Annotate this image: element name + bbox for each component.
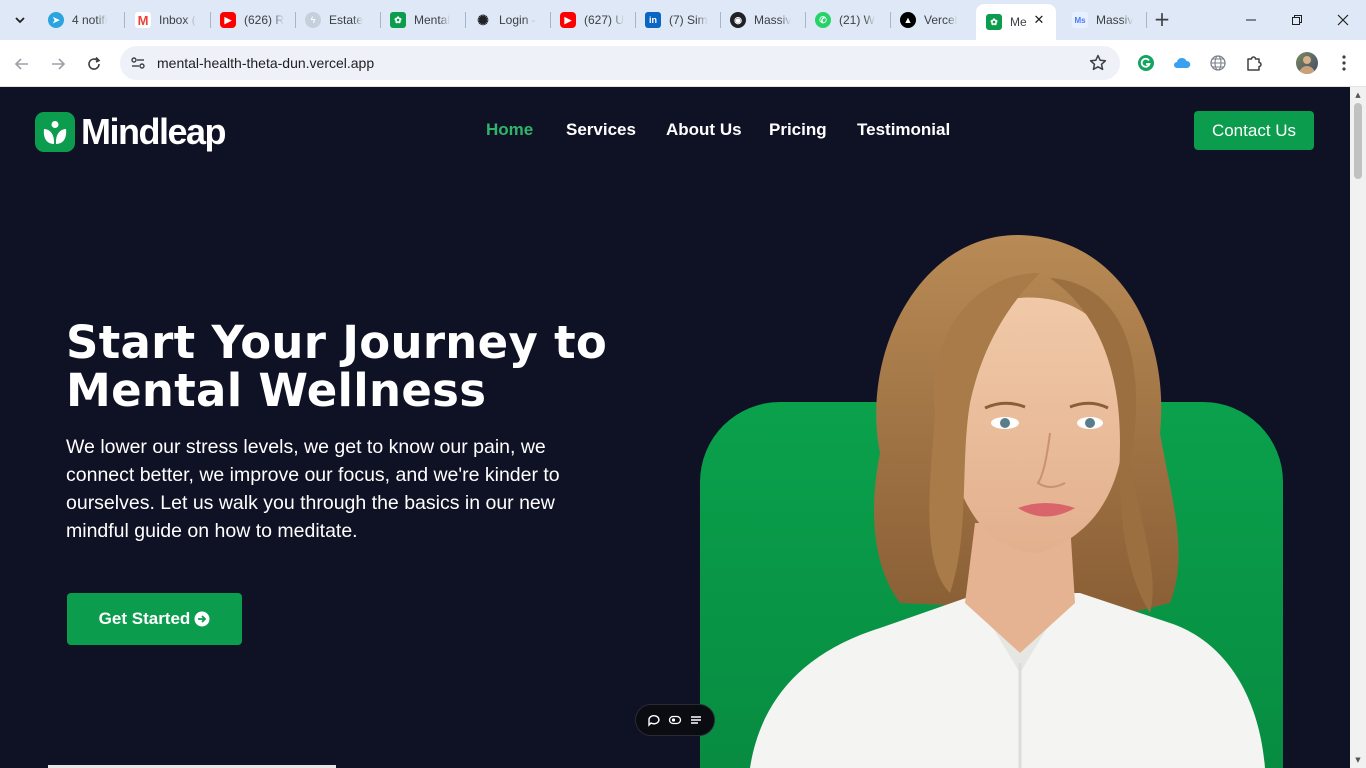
mindleap-icon: ✿	[390, 12, 406, 28]
youtube-icon: ▶	[220, 12, 236, 28]
close-icon	[1337, 14, 1349, 26]
profile-avatar[interactable]	[1296, 52, 1318, 74]
bookmark-star-icon[interactable]	[1088, 53, 1108, 73]
vercel-icon: ▲	[900, 12, 916, 28]
get-started-button[interactable]: Get Started	[67, 593, 242, 645]
eye-toggle-icon[interactable]	[667, 712, 683, 728]
new-tab-button[interactable]: +	[1150, 8, 1174, 32]
menu-list-icon[interactable]	[688, 712, 704, 728]
restore-button[interactable]	[1274, 0, 1320, 40]
linkedin-icon: in	[645, 12, 661, 28]
nav-pricing[interactable]: Pricing	[769, 120, 827, 140]
minimize-icon	[1246, 19, 1256, 21]
browser-tab[interactable]: Ms Massiv	[1062, 6, 1146, 34]
browser-tab[interactable]: in (7) Sim	[635, 6, 719, 34]
brand-name: Mindleap	[81, 111, 227, 152]
scroll-down-icon[interactable]: ▼	[1354, 756, 1362, 764]
browser-tab-strip: ➤ 4 notifi M Inbox ( ▶ (626) R ϟ Estate …	[0, 0, 1366, 40]
page-scrollbar[interactable]: ▲ ▼	[1350, 87, 1366, 768]
address-bar[interactable]: mental-health-theta-dun.vercel.app	[120, 46, 1120, 80]
hero-title: Start Your Journey to Mental Wellness	[66, 319, 686, 415]
nav-services[interactable]: Services	[566, 120, 636, 140]
forward-button[interactable]	[44, 50, 72, 78]
browser-tab-active[interactable]: ✿ Me ✕	[976, 4, 1056, 40]
youtube-icon: ▶	[560, 12, 576, 28]
browser-tab[interactable]: ▶ (627) U	[550, 6, 634, 34]
leaf-logo-icon	[35, 112, 75, 152]
close-window-button[interactable]	[1320, 0, 1366, 40]
hero-description: We lower our stress levels, we get to kn…	[66, 436, 560, 542]
grammarly-icon[interactable]	[1136, 53, 1156, 73]
telegram-icon: ➤	[48, 12, 64, 28]
browser-tab[interactable]: ✆ (21) W	[805, 6, 889, 34]
back-button[interactable]	[8, 50, 36, 78]
web-page: Mindleap Home Services About Us Pricing …	[0, 87, 1350, 768]
browser-tab[interactable]: ✿ Mental	[380, 6, 464, 34]
globe-extension-icon[interactable]	[1208, 53, 1228, 73]
browser-tab[interactable]: M Inbox (	[125, 6, 209, 34]
bolt-icon: ϟ	[305, 12, 321, 28]
comment-icon[interactable]	[646, 712, 662, 728]
github-icon: ◉	[730, 12, 746, 28]
gmail-icon: M	[135, 12, 151, 28]
hero-title-line-2: Mental Wellness	[66, 364, 487, 417]
whatsapp-icon: ✆	[815, 12, 831, 28]
massive-icon: Ms	[1072, 12, 1088, 28]
browser-tab[interactable]: ▲ Vercel	[890, 6, 974, 34]
browser-tab[interactable]: ➤ 4 notifi	[38, 6, 122, 34]
nav-home[interactable]: Home	[486, 120, 533, 140]
browser-tab[interactable]: ϟ Estate	[295, 6, 379, 34]
scroll-up-icon[interactable]: ▲	[1354, 91, 1362, 99]
openai-icon: ✺	[477, 11, 489, 28]
arrow-left-icon	[14, 58, 28, 70]
hero-portrait-image	[750, 234, 1265, 768]
arrow-circle-right-icon	[194, 611, 210, 627]
browser-tab[interactable]: ✺ Login -	[465, 6, 549, 34]
site-settings-icon[interactable]	[128, 53, 148, 73]
get-started-label: Get Started	[98, 609, 191, 628]
tab-search-button[interactable]	[8, 8, 32, 32]
hero-title-line-1: Start Your Journey to	[66, 316, 608, 369]
browser-tab[interactable]: ▶ (626) R	[210, 6, 294, 34]
brand-logo[interactable]: Mindleap	[35, 111, 227, 153]
extensions-puzzle-icon[interactable]	[1244, 53, 1264, 73]
chevron-down-icon	[15, 17, 25, 24]
restore-icon	[1292, 15, 1302, 25]
reload-icon	[88, 56, 101, 70]
mindleap-icon: ✿	[986, 14, 1002, 30]
nav-about-us[interactable]: About Us	[666, 120, 742, 140]
url-text[interactable]: mental-health-theta-dun.vercel.app	[157, 55, 374, 71]
reload-button[interactable]	[80, 50, 108, 78]
cloud-extension-icon[interactable]	[1172, 53, 1192, 73]
arrow-right-icon	[52, 58, 66, 70]
kebab-menu-icon[interactable]	[1334, 53, 1354, 73]
close-tab-icon[interactable]: ✕	[1032, 13, 1046, 27]
browser-toolbar: mental-health-theta-dun.vercel.app	[0, 40, 1366, 87]
floating-toolbar	[635, 704, 715, 736]
browser-tab[interactable]: ◉ Massiv	[720, 6, 804, 34]
nav-testimonial[interactable]: Testimonial	[857, 120, 950, 140]
scrollbar-thumb[interactable]	[1354, 103, 1362, 179]
minimize-button[interactable]	[1228, 0, 1274, 40]
contact-us-button[interactable]: Contact Us	[1194, 111, 1314, 150]
